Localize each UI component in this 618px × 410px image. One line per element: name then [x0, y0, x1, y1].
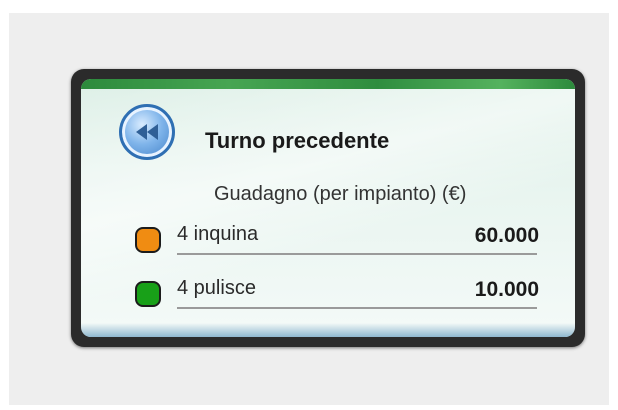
panel-subtitle: Guadagno (per impianto) (€): [214, 183, 467, 205]
panel-bottom-band: [81, 323, 575, 337]
previous-turn-card: Turno precedente Guadagno (per impianto)…: [71, 69, 585, 347]
green-swatch-icon: [135, 281, 161, 307]
panel-top-band: [81, 79, 575, 89]
row-divider: [177, 307, 537, 309]
list-item: 4 pulisce 10.000: [119, 261, 539, 309]
row-divider: [177, 253, 537, 255]
panel-title: Turno precedente: [205, 128, 390, 153]
rewind-button[interactable]: [119, 104, 175, 160]
row-label: 4 pulisce: [177, 277, 256, 299]
orange-swatch-icon: [135, 227, 161, 253]
row-value: 60.000: [474, 224, 539, 247]
rewind-icon: [136, 124, 158, 140]
row-value: 10.000: [474, 278, 539, 301]
list-item: 4 inquina 60.000: [119, 207, 539, 255]
card-panel: Turno precedente Guadagno (per impianto)…: [81, 79, 575, 337]
background: Turno precedente Guadagno (per impianto)…: [9, 13, 609, 405]
row-label: 4 inquina: [177, 223, 259, 245]
